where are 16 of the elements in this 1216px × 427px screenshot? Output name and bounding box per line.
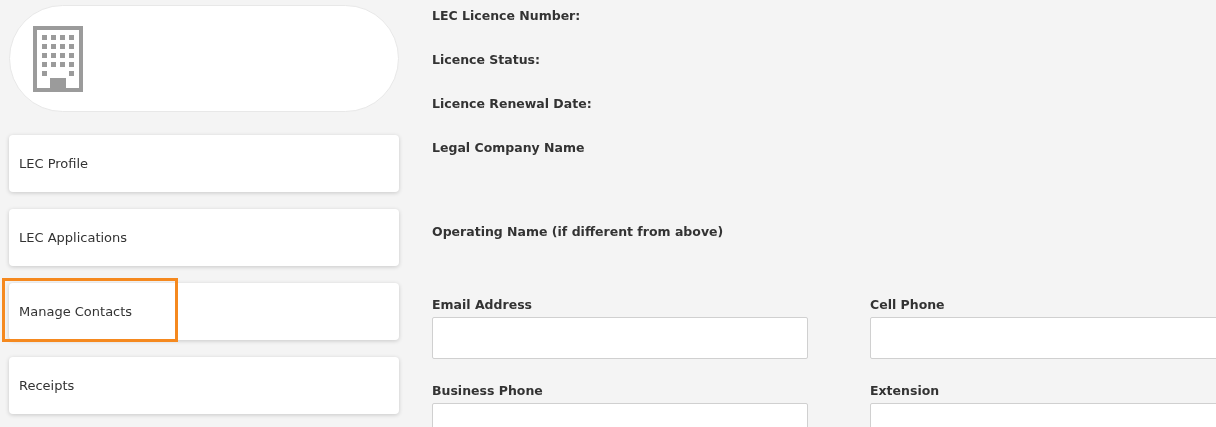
field-label: Cell Phone (870, 297, 946, 312)
field-label: Extension (870, 383, 941, 398)
building-icon (33, 25, 83, 92)
field-label: Business Phone (432, 383, 544, 398)
nav-item[interactable]: Receipts (9, 357, 399, 414)
field-label: Legal Company Name (432, 140, 585, 155)
input-field[interactable] (870, 317, 1216, 359)
nav-item[interactable]: Manage Contacts (9, 283, 399, 340)
field-label: Operating Name (if different from above) (432, 224, 724, 239)
nav-item[interactable]: LEC Profile (9, 135, 399, 192)
field-label: LEC Licence Number: (432, 8, 581, 23)
input-field[interactable] (432, 317, 808, 359)
nav-item[interactable]: LEC Applications (9, 209, 399, 266)
field-label: Licence Status: (432, 52, 540, 67)
field-label: Email Address (432, 297, 533, 312)
field-label: Licence Renewal Date: (432, 96, 592, 111)
